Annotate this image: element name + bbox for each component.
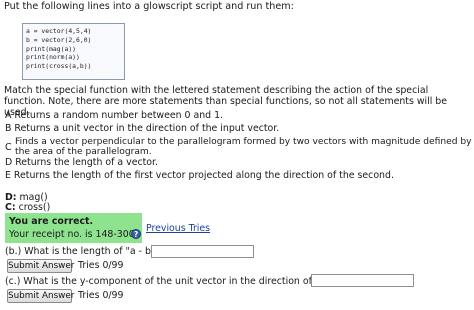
- part-b-answer-input[interactable]: [151, 245, 254, 258]
- statement-c-letter: C: [5, 142, 12, 153]
- statement-d: D Returns the length of a vector.: [5, 157, 158, 168]
- receipt-text: Your receipt no. is 148-300: [9, 229, 135, 240]
- answer-function: cross(): [18, 202, 51, 213]
- part-b-submit-button[interactable]: Submit Answer: [7, 259, 74, 273]
- part-b-question: (b.) What is the length of "a - b"?: [5, 246, 161, 257]
- answer-cross: C: cross(): [5, 202, 50, 213]
- correct-feedback-box: You are correct. Your receipt no. is 148…: [5, 213, 142, 243]
- correct-status: You are correct.: [9, 216, 94, 227]
- statement-e: E Returns the length of the first vector…: [5, 170, 394, 181]
- part-c-tries: Tries 0/99: [78, 290, 124, 301]
- statement-a: A Returns a random number between 0 and …: [5, 110, 224, 121]
- answer-letter: C:: [5, 202, 16, 213]
- code-line: print(mag(a)): [26, 44, 77, 53]
- code-line: a = vector(4,5,4): [26, 27, 92, 35]
- help-icon[interactable]: ?: [131, 229, 141, 239]
- code-line: print(cross(a,b)): [26, 62, 92, 71]
- previous-tries-link[interactable]: Previous Tries: [146, 223, 210, 234]
- statement-b: B Returns a unit vector in the direction…: [5, 123, 280, 134]
- part-b-tries: Tries 0/99: [78, 260, 124, 271]
- code-line: print(norm(a)): [26, 53, 80, 62]
- part-c-question: (c.) What is the y-component of the unit…: [5, 276, 341, 287]
- code-block: a = vector(4,5,4) b = vector(2,6,0) prin…: [22, 23, 125, 80]
- part-c-submit-button[interactable]: Submit Answer: [7, 289, 74, 303]
- part-c-answer-input[interactable]: [311, 274, 414, 287]
- code-line: b = vector(2,6,0): [26, 35, 92, 44]
- statement-c: Finds a vector perpendicular to the para…: [15, 137, 472, 157]
- instructions-text: Put the following lines into a glowscrip…: [4, 1, 294, 12]
